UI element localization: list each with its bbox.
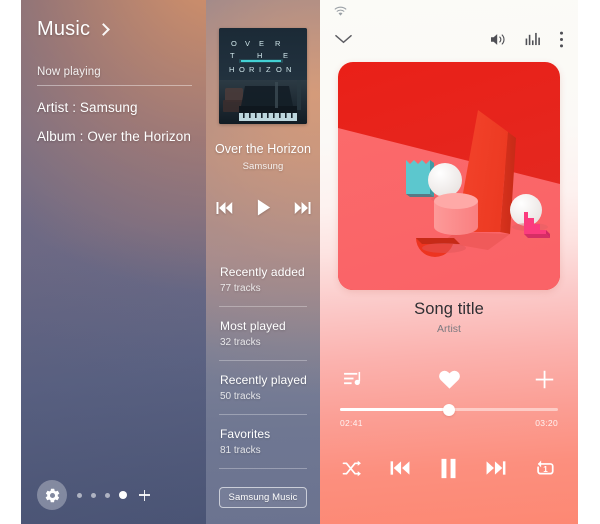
mini-artist: Samsung [242,161,284,172]
total-time: 03:20 [535,418,558,428]
screenshot-root: Music Now playing Artist : Samsung Album… [0,0,600,524]
list-item[interactable]: Most played 32 tracks [206,306,320,360]
svg-text:O: O [276,65,282,74]
heart-icon[interactable] [438,369,461,390]
list-item-title: Most played [220,319,286,333]
app-button-row: Samsung Music [206,487,320,508]
list-item[interactable]: Recently played 50 tracks [206,360,320,414]
plus-icon[interactable] [139,489,150,501]
plus-icon[interactable] [535,370,554,389]
page-title: Music [37,18,91,40]
repeat-one-icon[interactable]: 1 [535,459,556,478]
list-item-subtitle: 32 tracks [220,337,261,348]
previous-track-icon[interactable] [389,460,411,476]
page-dot[interactable] [105,492,110,498]
widget-dock [37,480,150,510]
svg-text:1: 1 [543,464,548,473]
svg-text:H: H [229,65,234,74]
svg-text:R: R [249,65,255,74]
page-indicator[interactable] [77,491,127,499]
page-dot[interactable] [77,492,82,498]
samsung-music-button[interactable]: Samsung Music [218,487,308,508]
list-item[interactable]: Favorites 81 tracks [206,414,320,468]
library-shortcut-list: Recently added 77 tracks Most played 32 … [206,252,320,469]
svg-text:R: R [275,39,281,48]
mini-song-title: Over the Horizon [214,142,312,156]
svg-text:T: T [230,51,235,60]
seek-bar[interactable]: 02:41 03:20 [340,403,558,428]
shuffle-icon[interactable] [342,460,361,477]
widget-album-line: Album : Over the Horizon [37,129,191,144]
svg-text:H: H [257,51,262,60]
list-item[interactable]: Recently added 77 tracks [206,252,320,306]
previous-track-icon[interactable] [215,201,233,215]
full-player-panel: Song title Artist 02:41 03:20 1 [320,0,578,524]
status-bar [334,6,347,17]
page-dot-active[interactable] [119,491,127,499]
now-playing-label: Now playing [37,66,101,78]
volume-speaker-icon[interactable] [490,32,507,47]
elapsed-time: 02:41 [340,418,363,428]
list-item-subtitle: 77 tracks [220,283,261,294]
player-action-row [320,364,578,394]
chevron-right-icon [97,22,111,36]
player-topbar [320,22,578,56]
next-track-icon[interactable] [485,460,507,476]
equalizer-icon[interactable] [525,32,541,46]
transport-controls: 1 [320,448,578,488]
album-art-red-shapes[interactable] [338,62,560,290]
mini-transport-controls [206,199,320,216]
gear-icon [45,488,59,502]
playlist-queue-icon[interactable] [344,371,363,388]
play-icon[interactable] [256,199,271,216]
svg-text:I: I [259,65,261,74]
svg-text:O: O [231,39,237,48]
seek-progress-fill [340,408,449,411]
list-item-title: Recently added [220,265,305,279]
topbar-actions [490,31,564,48]
chevron-down-icon[interactable] [334,33,353,45]
mini-player-panel: OV ER TH E HO RI ZO N Over the Horizon S… [206,0,320,524]
svg-text:O: O [239,65,245,74]
svg-text:V: V [245,39,250,48]
list-item-title: Recently played [220,373,307,387]
settings-button[interactable] [37,480,67,510]
divider [37,85,192,86]
svg-text:E: E [259,39,264,48]
next-track-icon[interactable] [294,201,312,215]
album-art-over-the-horizon: OV ER TH E HO RI ZO N [219,28,307,124]
list-item-subtitle: 50 tracks [220,391,261,402]
widget-header[interactable]: Music [37,18,192,41]
list-item-subtitle: 81 tracks [220,445,261,456]
more-vertical-icon[interactable] [559,31,564,48]
page-dot[interactable] [91,492,96,498]
svg-text:E: E [283,51,288,60]
seek-times: 02:41 03:20 [340,418,558,428]
song-title: Song title [414,300,484,318]
music-widget-panel: Music Now playing Artist : Samsung Album… [21,0,206,524]
svg-text:N: N [286,65,291,74]
list-item-title: Favorites [220,427,271,441]
artist-name: Artist [437,323,461,335]
seek-track[interactable] [340,403,558,416]
svg-text:Z: Z [266,65,271,74]
widget-artist-line: Artist : Samsung [37,100,138,115]
seek-thumb[interactable] [443,403,455,416]
wifi-icon [334,6,347,16]
pause-icon[interactable] [440,458,457,479]
divider [206,468,320,469]
